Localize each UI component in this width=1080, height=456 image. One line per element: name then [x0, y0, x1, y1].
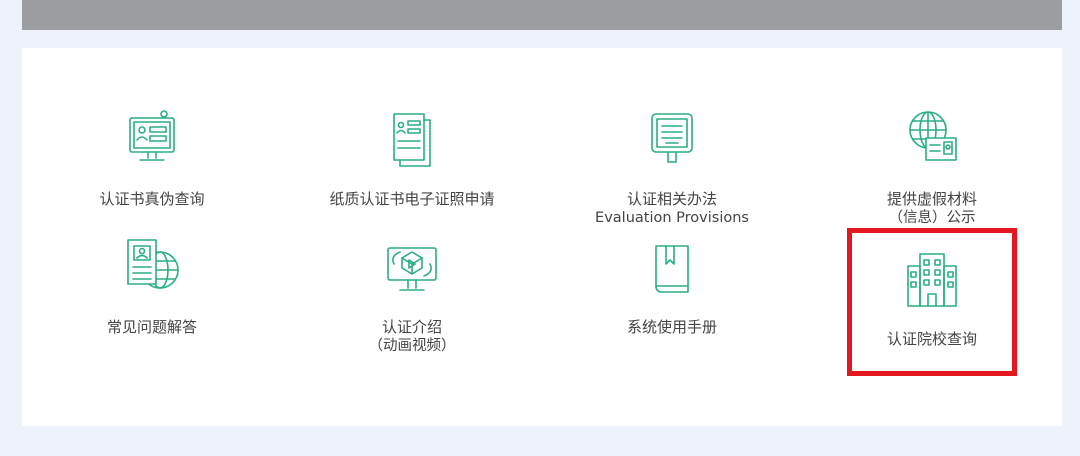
tile-faq[interactable]: 常见问题解答	[22, 236, 282, 337]
tile-label: 认证介绍	[381, 318, 442, 336]
tile-label: 认证书真伪查询	[99, 190, 205, 208]
notice-board-icon	[640, 108, 704, 172]
id-globe-icon	[120, 236, 184, 300]
tile-user-manual[interactable]: 系统使用手册	[542, 236, 802, 337]
tile-sublabel: （动画视频）	[368, 338, 456, 354]
tile-label: 系统使用手册	[626, 318, 717, 336]
monitor-id-icon	[120, 108, 184, 172]
book-icon	[640, 236, 704, 300]
tile-false-material-notice[interactable]: 提供虚假材料 （信息）公示	[802, 108, 1062, 228]
tile-label: 常见问题解答	[106, 318, 197, 336]
tile-label: 认证相关办法	[626, 190, 717, 208]
tile-sublabel: Evaluation Provisions	[595, 210, 749, 226]
tile-animation-video[interactable]: 认证介绍 （动画视频）	[282, 236, 542, 356]
documents-icon	[380, 108, 444, 172]
tile-e-certificate-application[interactable]: 纸质认证书电子证照申请	[282, 108, 542, 209]
highlight-box	[847, 228, 1017, 376]
tile-certificate-verification[interactable]: 认证书真伪查询	[22, 108, 282, 209]
tile-sublabel: （信息）公示	[888, 210, 976, 226]
globe-card-icon	[900, 108, 964, 172]
tile-label: 提供虚假材料	[886, 190, 977, 208]
top-banner	[22, 0, 1062, 30]
video-monitor-icon	[380, 236, 444, 300]
tile-label: 纸质认证书电子证照申请	[329, 190, 495, 208]
tile-evaluation-provisions[interactable]: 认证相关办法 Evaluation Provisions	[542, 108, 802, 228]
